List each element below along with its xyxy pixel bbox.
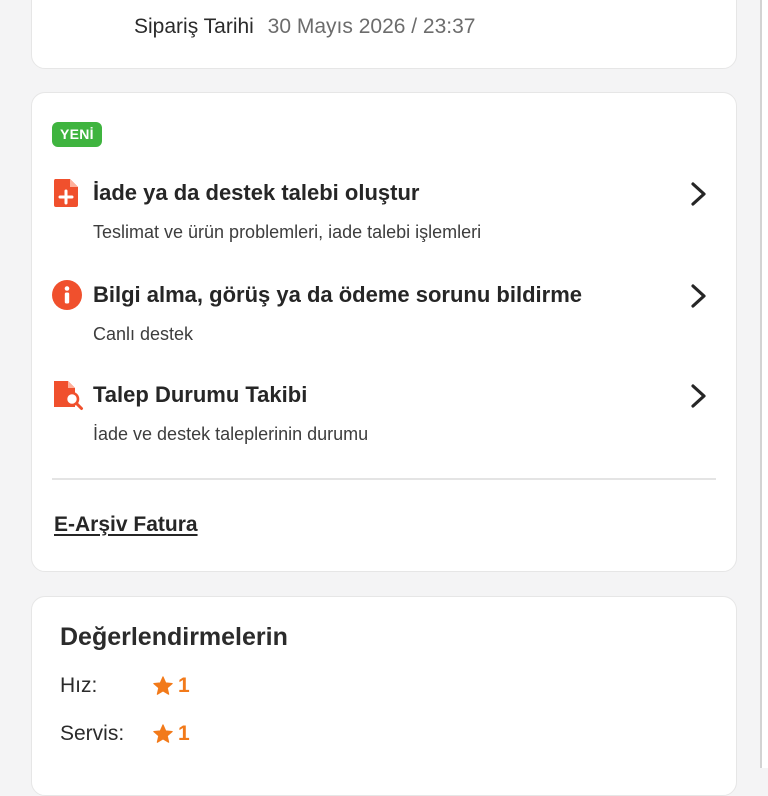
support-card: YENİ İade ya da destek talebi oluştur Te…: [31, 92, 737, 572]
rating-value-speed: 1: [178, 674, 190, 697]
document-plus-icon: [52, 177, 80, 209]
info-payment-issue-title: Bilgi alma, görüş ya da ödeme sorunu bil…: [93, 282, 582, 307]
ratings-card: Değerlendirmelerin Hız: 1 Servis: 1: [31, 596, 737, 796]
rating-label-speed: Hız:: [60, 674, 98, 697]
star-icon: [152, 723, 174, 745]
rating-value-service: 1: [178, 722, 190, 745]
request-status-tracking-item[interactable]: Talep Durumu Takibi İade ve destek talep…: [32, 379, 736, 465]
info-circle-icon: [52, 279, 82, 311]
create-return-request-subtitle: Teslimat ve ürün problemleri, iade taleb…: [93, 222, 482, 242]
order-date-label: Sipariş Tarihi: [134, 15, 254, 38]
request-status-tracking-subtitle: İade ve destek taleplerinin durumu: [93, 424, 369, 444]
info-payment-issue-item[interactable]: Bilgi alma, görüş ya da ödeme sorunu bil…: [32, 279, 736, 365]
order-date-row: Sipariş Tarihi 30 Mayıs 2026 / 23:37: [134, 12, 475, 42]
create-return-request-title: İade ya da destek talebi oluştur: [93, 180, 420, 205]
document-search-icon: [52, 379, 83, 411]
create-return-request-item[interactable]: İade ya da destek talebi oluştur Teslima…: [32, 177, 736, 263]
section-divider: [52, 478, 716, 480]
star-icon: [152, 675, 174, 697]
info-payment-issue-subtitle: Canlı destek: [93, 324, 194, 344]
new-badge: YENİ: [52, 122, 102, 147]
request-status-tracking-title: Talep Durumu Takibi: [93, 382, 308, 407]
scrollbar[interactable]: [760, 0, 768, 768]
chevron-right-icon: [688, 181, 710, 207]
ratings-title: Değerlendirmelerin: [60, 623, 288, 651]
chevron-right-icon: [688, 383, 710, 409]
chevron-right-icon: [688, 283, 710, 309]
order-info-card: Sipariş Tarihi 30 Mayıs 2026 / 23:37: [31, 0, 737, 69]
rating-label-service: Servis:: [60, 722, 125, 745]
e-archive-invoice-link[interactable]: E-Arşiv Fatura: [54, 511, 198, 539]
order-date-value: 30 Mayıs 2026 / 23:37: [267, 15, 476, 38]
